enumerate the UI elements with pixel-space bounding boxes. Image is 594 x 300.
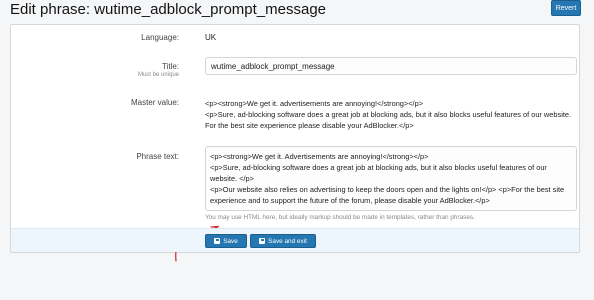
save-and-exit-button[interactable]: Save and exit — [250, 234, 316, 248]
save-button[interactable]: Save — [205, 234, 247, 248]
page-title: Edit phrase: wutime_adblock_prompt_messa… — [10, 1, 327, 18]
revert-button[interactable]: Revert — [551, 0, 581, 16]
save-icon — [214, 238, 221, 244]
master-value-label: Master value: — [130, 98, 179, 107]
phrase-text-line: <p>Sure, ad-blocking software does a gre… — [210, 163, 547, 183]
master-value-text: <p><strong>We get it. advertisements are… — [205, 98, 581, 131]
save-icon — [259, 238, 266, 244]
phrase-text-editor[interactable]: <p><strong>We get it. Advertisements are… — [205, 146, 577, 211]
master-value-line: <p><strong>We get it. advertisements are… — [205, 99, 424, 108]
language-value: UK — [205, 33, 217, 42]
save-label: Save — [223, 237, 238, 245]
title-sublabel: Must be unique — [137, 72, 179, 78]
language-label: Language: — [141, 33, 179, 42]
title-label: Title: — [161, 62, 179, 71]
phrase-text-label: Phrase text: — [136, 152, 179, 161]
phrase-text-line: <p><strong>We get it. Advertisements are… — [210, 152, 429, 161]
html-hint: You may use HTML here, but ideally marku… — [205, 214, 475, 221]
edit-phrase-form: Language: UK Title: Must be unique Maste… — [10, 24, 581, 262]
phrase-text-line: <p>Our website also relies on advertisin… — [210, 185, 565, 205]
title-input[interactable] — [205, 57, 577, 75]
master-value-line: <p>Sure, ad-blocking software does a gre… — [205, 110, 572, 130]
form-footer: Save Save and exit — [11, 228, 579, 252]
save-and-exit-label: Save and exit — [268, 237, 307, 245]
